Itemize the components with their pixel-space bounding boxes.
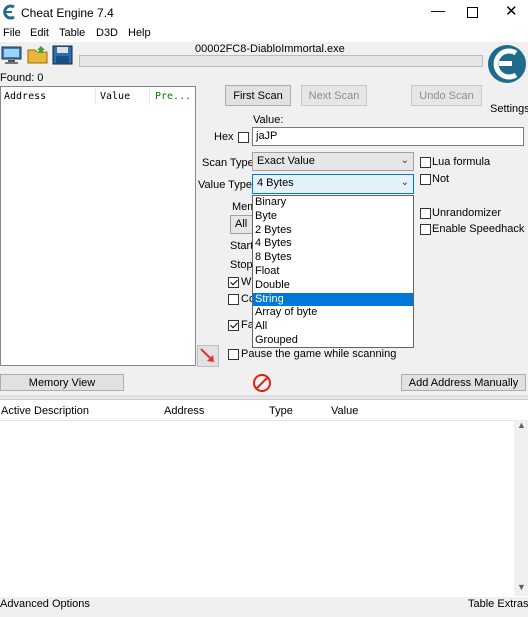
stop-label: Stop [230, 259, 253, 271]
scan-type-label: Scan Type [202, 157, 254, 169]
open-file-icon[interactable] [27, 45, 49, 65]
value-type-dropdown[interactable]: Binary Byte 2 Bytes 4 Bytes 8 Bytes Floa… [252, 195, 414, 348]
value-type-option[interactable]: Double [253, 279, 413, 293]
start-label: Start [230, 240, 254, 252]
stop-icon[interactable] [252, 373, 272, 393]
scan-type-value: Exact Value [257, 155, 315, 167]
open-process-icon[interactable] [1, 45, 23, 65]
value-type-option[interactable]: Grouped [253, 334, 413, 348]
first-scan-button[interactable]: First Scan [225, 85, 291, 106]
results-header-previous[interactable]: Pre... [155, 91, 191, 102]
app-icon [3, 4, 15, 20]
menu-d3d[interactable]: D3D [96, 27, 118, 39]
memory-region-select[interactable]: All [230, 215, 254, 234]
address-list-header-description[interactable]: Description [34, 405, 89, 417]
pause-game-label: Pause the game while scanning [241, 348, 397, 360]
menu-help[interactable]: Help [128, 27, 151, 39]
address-list[interactable] [0, 399, 528, 597]
lua-formula-checkbox[interactable] [420, 157, 431, 168]
speedhack-checkbox[interactable] [420, 224, 431, 235]
value-type-option[interactable]: 2 Bytes [253, 224, 413, 238]
chevron-down-icon: ⌄ [400, 155, 409, 166]
vertical-scrollbar[interactable] [514, 420, 528, 596]
column-divider [95, 88, 96, 104]
column-divider [149, 88, 150, 104]
results-header-address[interactable]: Address [4, 91, 46, 102]
fast-scan-checkbox[interactable] [228, 320, 239, 331]
value-type-value: 4 Bytes [257, 177, 294, 189]
process-name: 00002FC8-DiabloImmortal.exe [195, 43, 345, 55]
minimize-button[interactable]: — [431, 2, 445, 18]
address-list-header-address[interactable]: Address [164, 405, 204, 417]
pause-game-checkbox[interactable] [228, 349, 239, 360]
menu-table[interactable]: Table [59, 27, 85, 39]
unrandomizer-checkbox[interactable] [420, 208, 431, 219]
advanced-options[interactable]: Advanced Options [0, 598, 90, 610]
value-label: Value: [253, 114, 284, 126]
address-list-header-type[interactable]: Type [269, 405, 293, 417]
settings-label[interactable]: Settings [490, 103, 528, 115]
scroll-down-icon[interactable]: ▼ [517, 582, 526, 592]
speedhack-label: Enable Speedhack [432, 223, 525, 235]
hex-checkbox[interactable] [238, 132, 249, 143]
writable-checkbox[interactable] [228, 277, 239, 288]
header-divider [0, 420, 514, 421]
close-button[interactable]: ✕ [505, 2, 518, 20]
unrandomizer-label: Unrandomizer [432, 207, 502, 219]
cheat-engine-logo-icon[interactable] [487, 42, 527, 88]
copy-on-write-checkbox[interactable] [228, 294, 239, 305]
save-icon[interactable] [52, 45, 74, 65]
value-type-label: Value Type [198, 179, 253, 191]
not-label: Not [432, 173, 450, 185]
not-checkbox[interactable] [420, 174, 431, 185]
address-list-header-value[interactable]: Value [331, 405, 358, 417]
hex-label: Hex [214, 131, 234, 143]
value-type-select[interactable]: 4 Bytes ⌄ [252, 174, 414, 194]
value-type-option-highlighted[interactable]: String [253, 292, 413, 307]
undo-scan-button[interactable]: Undo Scan [411, 85, 482, 106]
lua-formula-label: Lua formula [432, 156, 491, 168]
chevron-down-icon: ⌄ [400, 177, 409, 188]
maximize-button[interactable] [467, 7, 478, 18]
memory-region-value: All [235, 218, 248, 230]
scroll-up-icon[interactable]: ▲ [517, 420, 526, 430]
value-type-option[interactable]: Float [253, 265, 413, 279]
memory-view-button[interactable]: Memory View [0, 374, 124, 391]
scan-progress-bar [79, 55, 483, 67]
scan-type-select[interactable]: Exact Value ⌄ [252, 152, 414, 171]
add-to-list-arrow-icon[interactable] [197, 345, 219, 367]
results-list[interactable] [0, 86, 196, 366]
value-input-text: jaJP [256, 130, 278, 142]
window-title: Cheat Engine 7.4 [21, 6, 114, 20]
menu-edit[interactable]: Edit [30, 27, 49, 39]
value-type-option[interactable]: All [253, 320, 413, 334]
table-extras[interactable]: Table Extras [468, 598, 528, 610]
value-type-option[interactable]: 8 Bytes [253, 251, 413, 265]
value-type-option[interactable]: Array of byte [253, 306, 413, 320]
found-count: Found: 0 [0, 72, 44, 84]
menu-file[interactable]: File [3, 27, 21, 39]
add-address-manually-button[interactable]: Add Address Manually [401, 374, 526, 391]
next-scan-button[interactable]: Next Scan [301, 85, 367, 106]
results-header-value[interactable]: Value [100, 91, 130, 102]
value-type-option[interactable]: Byte [253, 210, 413, 224]
value-input[interactable]: jaJP [252, 127, 524, 146]
value-type-option[interactable]: 4 Bytes [253, 237, 413, 251]
address-list-header-active[interactable]: Active [1, 405, 31, 417]
splitter[interactable] [0, 395, 528, 398]
value-type-option[interactable]: Binary [253, 196, 413, 210]
